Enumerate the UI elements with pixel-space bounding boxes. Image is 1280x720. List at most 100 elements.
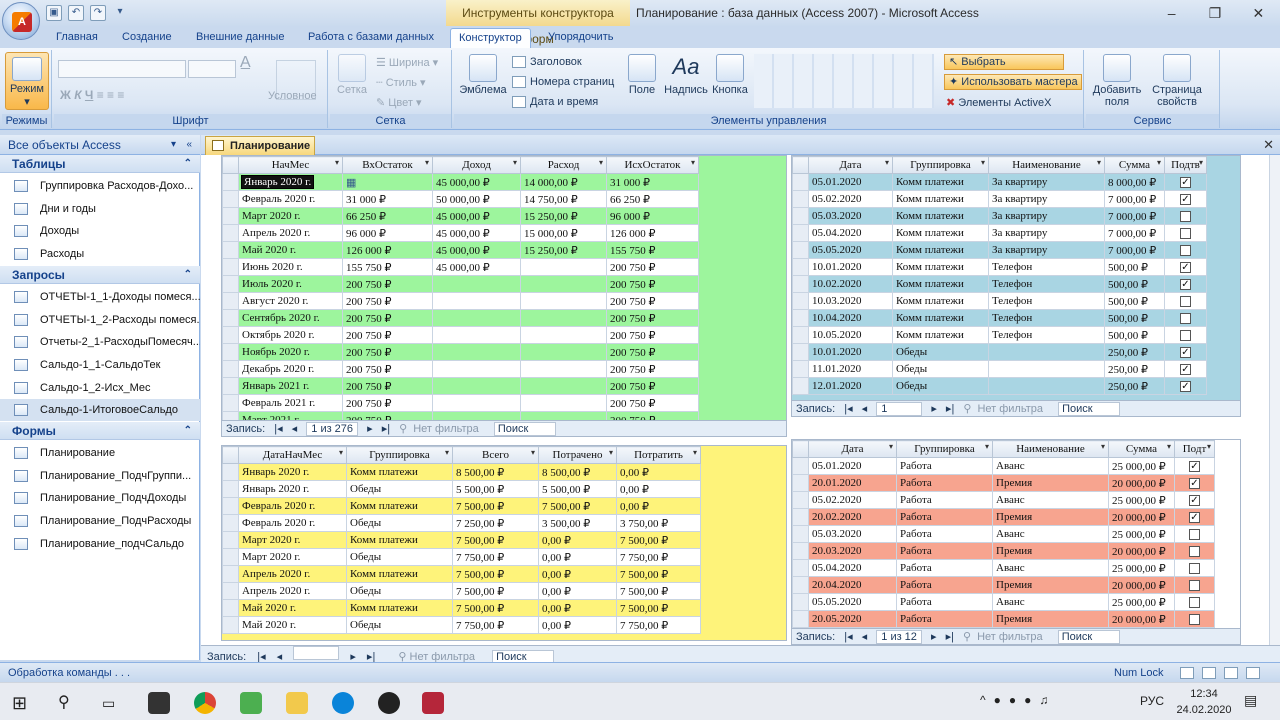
tab-create[interactable]: Создание — [114, 28, 180, 48]
date-time-button[interactable]: Дата и время — [512, 96, 598, 109]
table-cell[interactable]: Май 2020 г. — [238, 241, 343, 259]
table-row[interactable]: 20.01.2020 Работа Премия 20 000,00 ₽ ✓ — [792, 474, 1215, 492]
layout-view-icon[interactable] — [1224, 667, 1238, 679]
table-cell[interactable]: Август 2020 г. — [238, 292, 343, 310]
first-record-icon[interactable]: |◂ — [844, 401, 852, 416]
row-selector[interactable] — [222, 207, 239, 225]
table-cell[interactable]: 0,00 ₽ — [538, 565, 617, 583]
column-header[interactable]: ДатаНачМес ▾ — [238, 446, 347, 464]
table-row[interactable]: Апрель 2020 г. Обеды 7 500,00 ₽0,00 ₽7 500… — [222, 582, 701, 600]
chevron-down-icon[interactable]: ▾ — [171, 135, 176, 155]
table-cell[interactable]: Премия — [992, 508, 1109, 526]
table-cell[interactable] — [520, 292, 607, 310]
nav-item[interactable]: Планирование_ПодчГруппи... — [0, 465, 200, 487]
table-cell[interactable] — [520, 258, 607, 276]
table-cell[interactable]: 500,00 ₽ — [1104, 258, 1165, 276]
sort-filter-dropdown-icon[interactable]: ▾ — [599, 158, 603, 167]
table-cell[interactable]: 15 000,00 ₽ — [520, 224, 607, 242]
access-icon[interactable] — [422, 692, 444, 714]
table-cell[interactable]: ✓ — [1164, 377, 1207, 395]
table-cell[interactable]: Комм платежи — [346, 497, 453, 515]
table-cell[interactable]: 155 750 ₽ — [342, 258, 433, 276]
row-selector[interactable] — [792, 275, 809, 293]
select-all-corner[interactable] — [792, 156, 809, 174]
table-row[interactable]: 05.02.2020 Комм платежи За квартиру 7 000,0… — [792, 190, 1207, 208]
table-row[interactable]: Сентябрь 2020 г. 200 750 ₽200 750 ₽ — [222, 309, 699, 327]
row-selector[interactable] — [792, 292, 809, 310]
nav-item[interactable]: ОТЧЕТЫ-1_2-Расходы помеся... — [0, 309, 200, 331]
checkbox-unchecked[interactable] — [1180, 295, 1191, 307]
row-selector[interactable] — [792, 343, 809, 361]
table-cell[interactable] — [432, 411, 521, 420]
table-cell[interactable]: 25 000,00 ₽ — [1108, 525, 1175, 543]
column-header[interactable]: Наименование ▾ — [992, 440, 1109, 458]
nav-item[interactable]: Сальдо-1_2-Исх_Мес — [0, 377, 200, 399]
table-cell[interactable]: 10.04.2020 — [808, 309, 893, 327]
table-cell[interactable]: 25 000,00 ₽ — [1108, 593, 1175, 611]
sort-filter-dropdown-icon[interactable]: ▾ — [513, 158, 517, 167]
table-cell[interactable]: 250,00 ₽ — [1104, 377, 1165, 395]
table-cell[interactable] — [432, 275, 521, 293]
nav-section-header[interactable]: Таблицы ⌃ — [0, 155, 200, 173]
table-row[interactable]: 05.01.2020 Работа Аванс 25 000,00 ₽ ✓ — [792, 457, 1215, 475]
checkbox-checked[interactable]: ✓ — [1180, 261, 1191, 273]
caption-button[interactable]: Aa Надпись — [662, 54, 710, 96]
tab-database-tools[interactable]: Работа с базами данных — [300, 28, 442, 48]
table-cell[interactable] — [1174, 593, 1215, 611]
chrome-icon[interactable] — [194, 692, 216, 714]
table-cell[interactable]: ▦ — [342, 173, 433, 191]
nav-item[interactable]: Отчеты-2_1-РасходыПомесяч... — [0, 331, 200, 353]
table-cell[interactable]: Комм платежи — [346, 531, 453, 549]
row-selector[interactable] — [222, 394, 239, 412]
record-position[interactable]: 1 — [876, 402, 923, 416]
header-button[interactable]: Заголовок — [512, 56, 582, 69]
row-selector[interactable] — [222, 241, 239, 259]
table-cell[interactable]: 05.03.2020 — [808, 525, 897, 543]
table-cell[interactable]: Аванс — [992, 491, 1109, 509]
table-cell[interactable]: 200 750 ₽ — [342, 292, 433, 310]
collapse-section-icon[interactable]: ⌃ — [184, 422, 192, 440]
table-cell[interactable]: Комм платежи — [892, 224, 989, 242]
notifications-icon[interactable]: ▤ — [1244, 692, 1257, 709]
nav-section-header[interactable]: Формы ⌃ — [0, 422, 200, 440]
row-selector[interactable] — [792, 190, 809, 208]
next-record-icon[interactable]: ▸ — [931, 401, 937, 416]
skype-icon[interactable] — [332, 692, 354, 714]
row-selector[interactable] — [792, 173, 809, 191]
select-button[interactable]: ↖ Выбрать — [944, 54, 1064, 70]
table-cell[interactable]: Июль 2020 г. — [238, 275, 343, 293]
select-all-corner[interactable] — [792, 440, 809, 458]
row-selector[interactable] — [222, 224, 239, 242]
table-cell[interactable]: 200 750 ₽ — [606, 326, 699, 344]
table-row[interactable]: Февраль 2020 г. Обеды 7 250,00 ₽3 500,00 ₽… — [222, 514, 701, 532]
row-selector[interactable] — [222, 258, 239, 276]
row-selector[interactable] — [792, 610, 809, 628]
row-selector[interactable] — [222, 360, 239, 378]
table-cell[interactable]: Аванс — [992, 457, 1109, 475]
no-filter-button[interactable]: ⚲ Нет фильтра — [399, 421, 485, 436]
form-view-icon[interactable] — [1180, 667, 1194, 679]
table-cell[interactable]: 05.05.2020 — [808, 593, 897, 611]
table-cell[interactable] — [520, 360, 607, 378]
table-row[interactable]: 10.02.2020 Комм платежи Телефон 500,00 ₽ ✓ — [792, 275, 1207, 293]
table-cell[interactable]: За квартиру — [988, 207, 1105, 225]
table-cell[interactable]: Комм платежи — [346, 599, 453, 617]
table-row[interactable]: Май 2020 г. Комм платежи 7 500,00 ₽0,00 ₽7… — [222, 599, 701, 617]
mail-icon[interactable] — [148, 692, 170, 714]
table-cell[interactable]: 7 750,00 ₽ — [452, 548, 539, 566]
undo-icon[interactable]: ↶ — [68, 5, 84, 21]
table-cell[interactable]: Январь 2020 г. — [238, 173, 343, 191]
table-row[interactable]: 05.03.2020 Работа Аванс 25 000,00 ₽ — [792, 525, 1215, 543]
table-cell[interactable] — [1164, 241, 1207, 259]
row-selector[interactable] — [222, 599, 239, 617]
table-cell[interactable]: 126 000 ₽ — [342, 241, 433, 259]
file-explorer-icon[interactable] — [286, 692, 308, 714]
row-selector[interactable] — [792, 360, 809, 378]
row-selector[interactable] — [222, 411, 239, 420]
row-selector[interactable] — [792, 474, 809, 492]
next-record-icon[interactable]: ▸ — [931, 629, 937, 644]
column-header[interactable]: ВхОстаток ▾ — [342, 156, 433, 174]
table-cell[interactable]: 11.01.2020 — [808, 360, 893, 378]
table-cell[interactable]: 200 750 ₽ — [342, 377, 433, 395]
table-row[interactable]: Август 2020 г. 200 750 ₽200 750 ₽ — [222, 292, 699, 310]
